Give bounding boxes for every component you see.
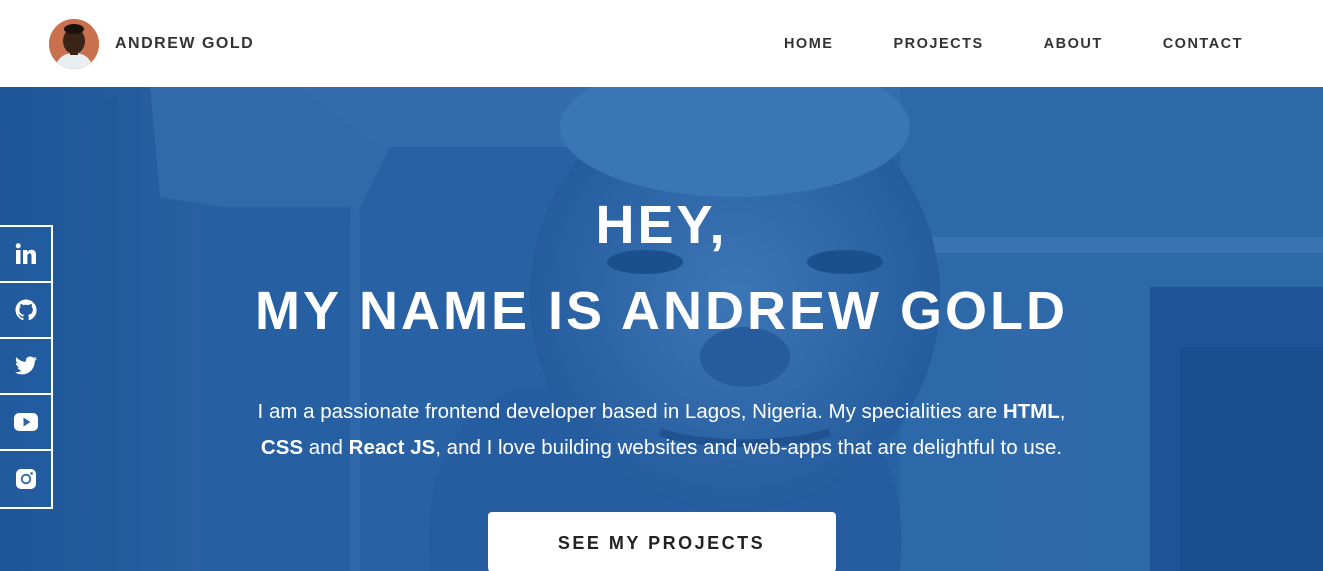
hero-content: HEY, MY NAME IS ANDREW GOLD I am a passi… (0, 182, 1323, 571)
hero-section: HEY, MY NAME IS ANDREW GOLD I am a passi… (0, 87, 1323, 571)
brand-name: ANDREW GOLD (115, 34, 255, 52)
nav-contact[interactable]: CONTACT (1163, 36, 1243, 52)
avatar (49, 18, 99, 69)
nav-projects[interactable]: PROJECTS (893, 36, 983, 52)
desc-and: and (303, 436, 349, 459)
twitter-icon (14, 356, 37, 375)
desc-css: CSS (260, 436, 304, 459)
desc-html: HTML (1002, 400, 1060, 423)
linkedin-icon (15, 243, 36, 264)
social-instagram-link[interactable] (0, 451, 51, 507)
social-twitter-link[interactable] (0, 339, 51, 395)
brand[interactable]: ANDREW GOLD (49, 18, 255, 69)
nav-about[interactable]: ABOUT (1044, 36, 1103, 52)
social-github-link[interactable] (0, 283, 51, 339)
hero-description: I am a passionate frontend developer bas… (252, 394, 1072, 466)
github-icon (15, 299, 37, 321)
hero-title-line-1: HEY, (595, 195, 728, 255)
social-linkedin-link[interactable] (0, 227, 51, 283)
hero-title-line-2: MY NAME IS ANDREW GOLD (254, 281, 1068, 341)
hero-title: HEY, MY NAME IS ANDREW GOLD (0, 182, 1323, 354)
nav-home[interactable]: HOME (784, 36, 834, 52)
main-nav: HOME PROJECTS ABOUT CONTACT (784, 36, 1243, 52)
desc-part-1: I am a passionate frontend developer bas… (257, 400, 1003, 423)
youtube-icon (13, 413, 38, 431)
desc-comma: , (1059, 400, 1066, 423)
see-my-projects-button[interactable]: SEE MY PROJECTS (487, 512, 836, 571)
instagram-icon (15, 469, 36, 489)
social-links-bar (0, 225, 53, 509)
desc-react: React JS (348, 436, 436, 459)
social-youtube-link[interactable] (0, 395, 51, 451)
desc-part-2: , and I love building websites and web-a… (435, 436, 1063, 459)
site-header: ANDREW GOLD HOME PROJECTS ABOUT CONTACT (0, 0, 1323, 87)
